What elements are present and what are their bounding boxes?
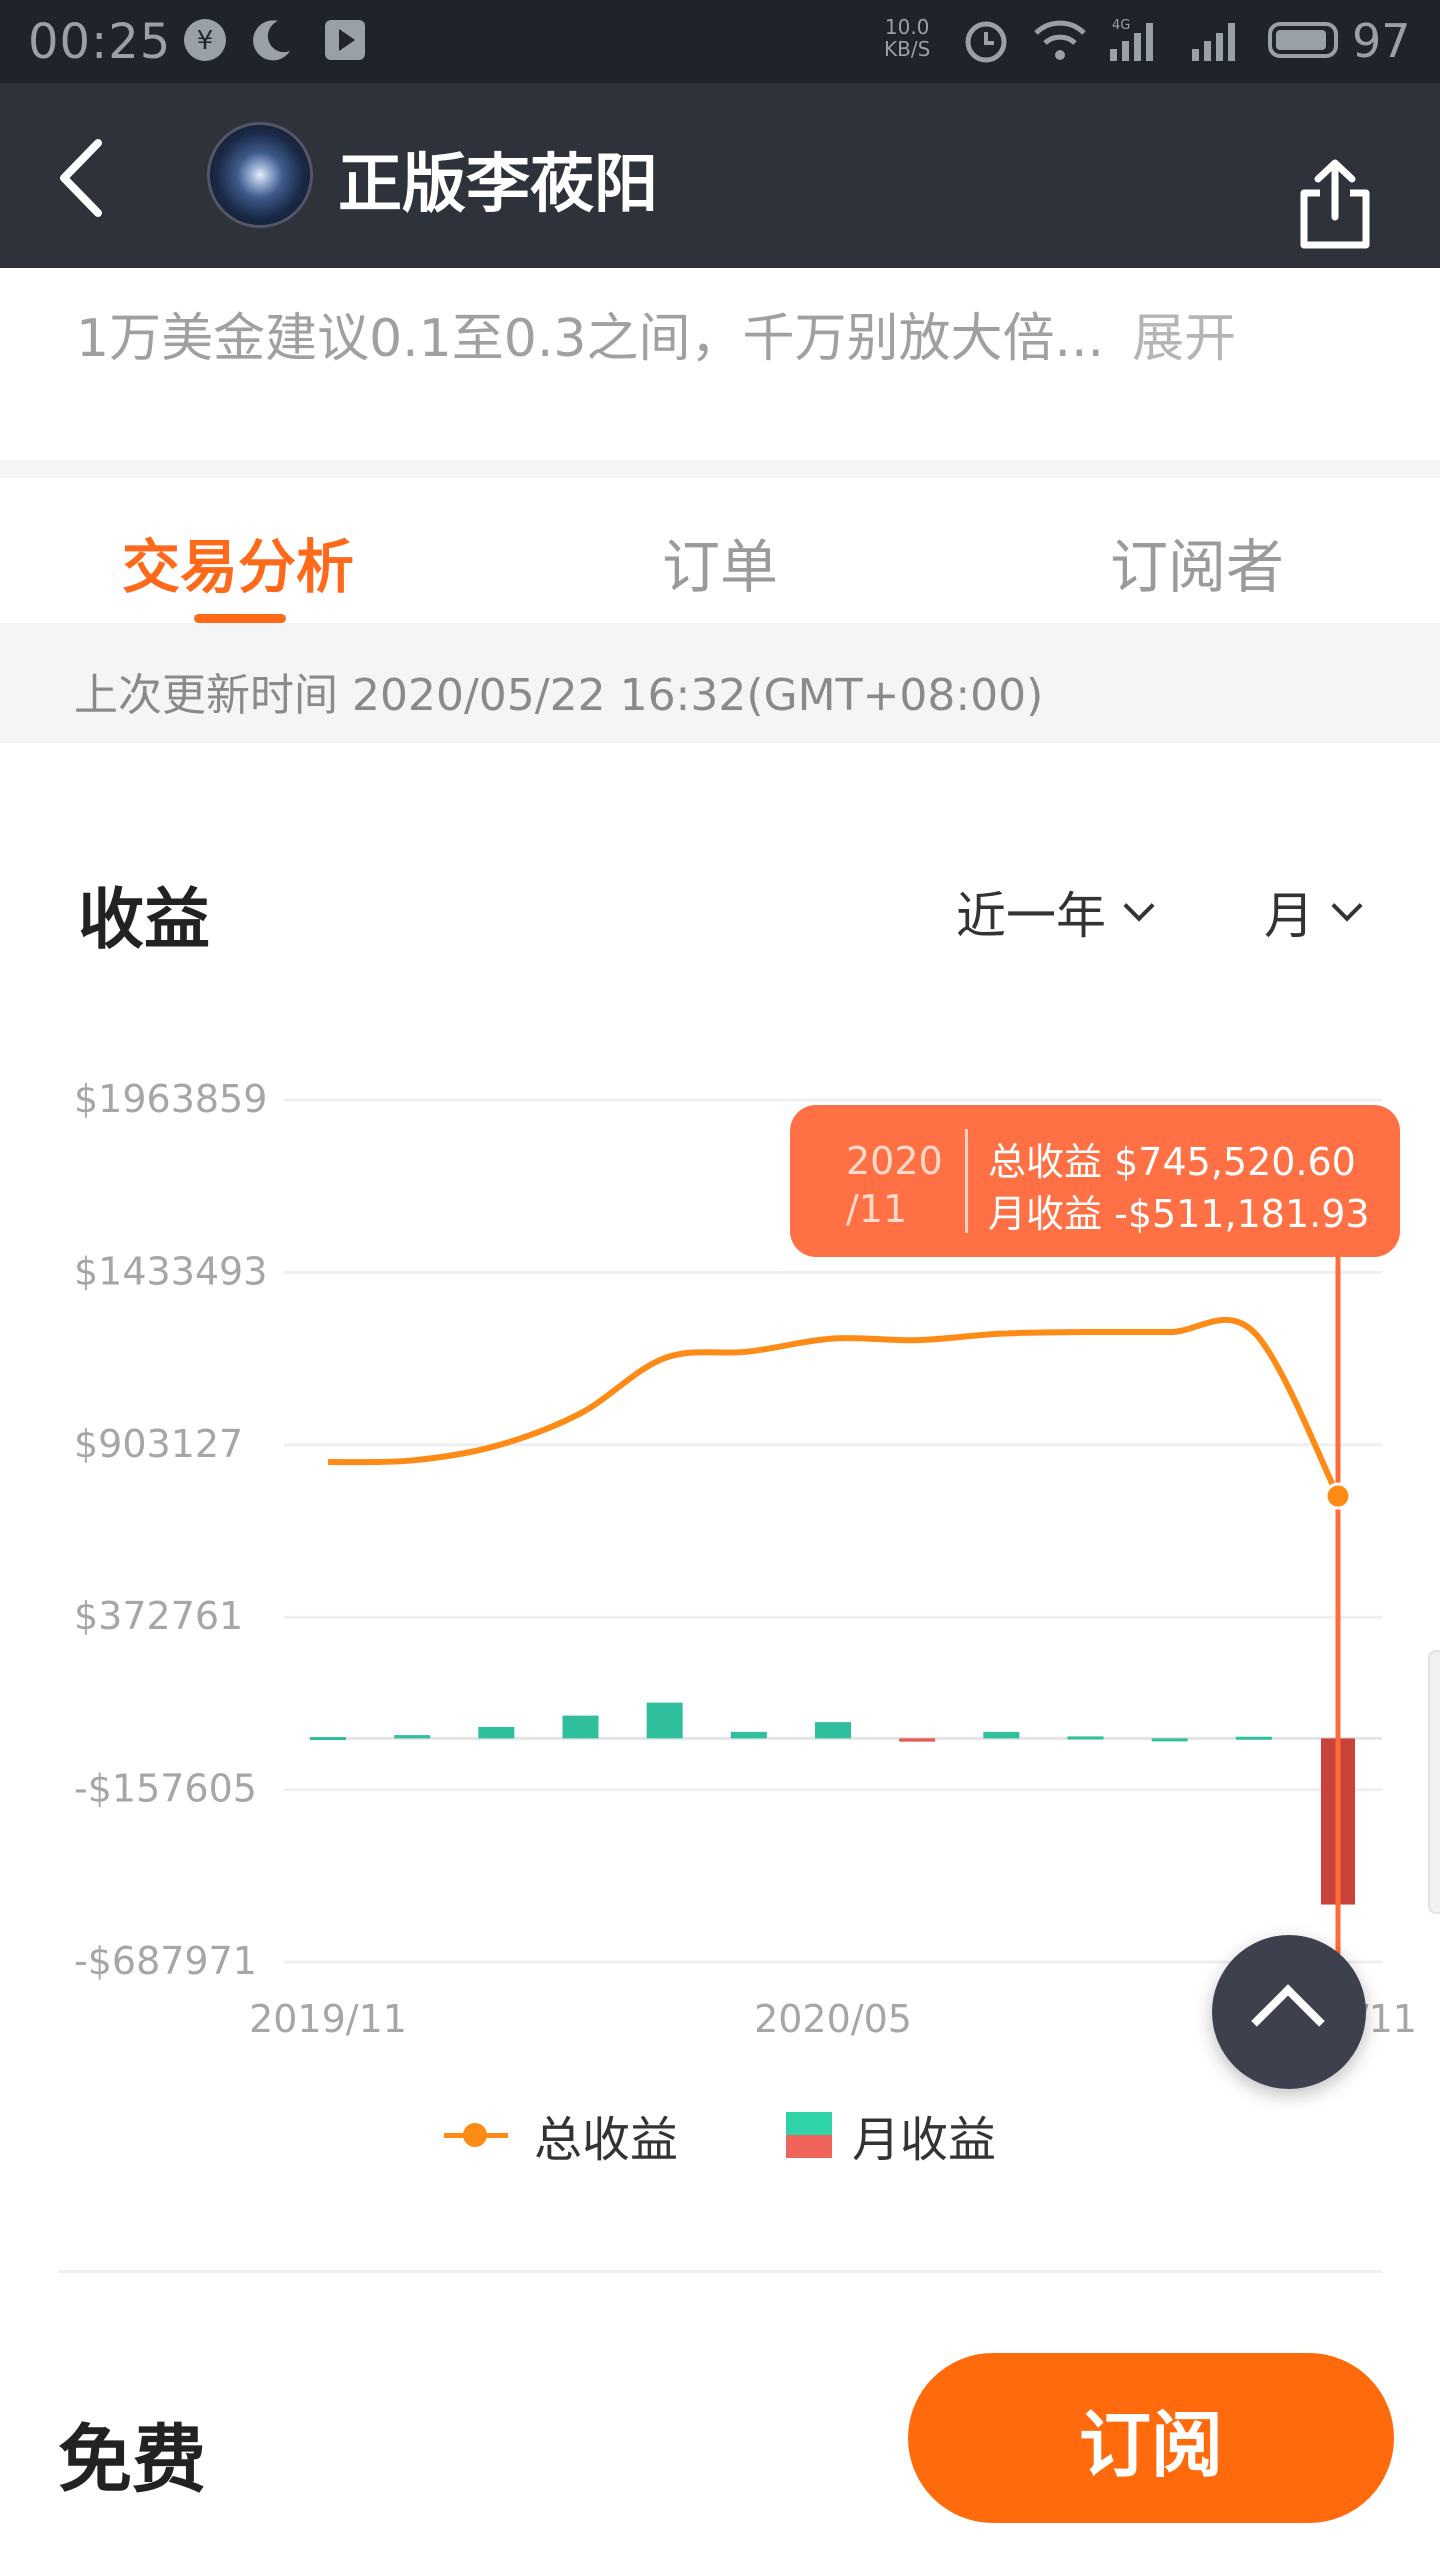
y-tick-label: $903127 xyxy=(74,1422,243,1466)
monthly-bar xyxy=(478,1726,515,1739)
avatar[interactable] xyxy=(210,125,310,225)
period-dropdown[interactable]: 月 xyxy=(1264,876,1363,948)
legend-total-label: 总收益 xyxy=(534,2112,679,2168)
y-tick-label: $1963859 xyxy=(74,1077,267,1121)
last-update-text: 上次更新时间 2020/05/22 16:32(GMT+08:00) xyxy=(74,670,1044,721)
svg-text:¥: ¥ xyxy=(197,26,214,56)
signal-icon xyxy=(1186,14,1246,66)
update-info-bar: 上次更新时间 2020/05/22 16:32(GMT+08:00) xyxy=(0,623,1440,743)
bottom-action-bar: 免费 订阅 xyxy=(0,2310,1440,2560)
subscribe-button[interactable]: 订阅 xyxy=(908,2353,1394,2523)
svg-text:4G: 4G xyxy=(1112,18,1130,33)
total-earnings-line xyxy=(327,1316,1341,1498)
tooltip-total-value: $745,520.60 xyxy=(1114,1140,1356,1184)
status-time: 00:25 xyxy=(28,14,172,70)
tooltip-monthly-label: 月收益 xyxy=(988,1192,1103,1236)
price-label: 免费 xyxy=(58,2417,206,2503)
monthly-bar xyxy=(730,1731,767,1739)
x-tick-label: 2019/11 xyxy=(249,1997,407,2041)
highlight-point xyxy=(1324,1482,1352,1510)
legend-monthly-label: 月收益 xyxy=(852,2112,997,2168)
y-tick-label: $1433493 xyxy=(74,1249,267,1293)
monthly-bar xyxy=(1235,1736,1272,1740)
tab-orders[interactable]: 订单 xyxy=(662,520,778,604)
tooltip-date-year: 2020 xyxy=(846,1139,943,1183)
play-store-icon xyxy=(322,14,368,66)
back-arrow-icon[interactable] xyxy=(50,133,120,223)
range-label: 近一年 xyxy=(956,887,1106,945)
description-text: 1万美金建议0.1至0.3之间，千万别放大倍... xyxy=(76,309,1105,369)
page-title: 正版李莜阳 xyxy=(338,148,658,222)
bottom-divider xyxy=(58,2270,1382,2273)
y-tick-label: $372761 xyxy=(74,1594,243,1638)
wifi-icon xyxy=(1032,14,1088,66)
chart-tooltip: 2020 /11 总收益 $745,520.60 月收益 -$511,181.9… xyxy=(790,1105,1400,1257)
monthly-bar xyxy=(646,1702,683,1739)
status-bar: 00:25 ¥ 10.0 KB/S 4G 97 xyxy=(0,0,1440,83)
network-speed: 10.0 KB/S xyxy=(884,16,930,60)
monthly-bar xyxy=(310,1737,346,1741)
bar-marker-icon xyxy=(786,2112,832,2158)
active-tab-indicator xyxy=(194,614,286,623)
signal-4g-icon: 4G xyxy=(1104,14,1164,66)
tooltip-separator xyxy=(965,1129,968,1233)
back-to-top-button[interactable] xyxy=(1212,1935,1366,2089)
tooltip-date-month: /11 xyxy=(846,1187,908,1231)
tooltip-total: 总收益 $745,520.60 xyxy=(988,1131,1356,1186)
share-icon[interactable] xyxy=(1290,155,1380,255)
y-tick-label: -$157605 xyxy=(74,1767,257,1811)
battery-icon xyxy=(1268,22,1338,58)
tooltip-total-label: 总收益 xyxy=(988,1140,1103,1184)
period-label: 月 xyxy=(1264,887,1314,945)
x-tick-label: 2020/05 xyxy=(754,1997,912,2041)
speed-unit: KB/S xyxy=(884,37,931,61)
line-marker-icon xyxy=(444,2115,508,2155)
monthly-bar xyxy=(899,1738,936,1742)
monthly-bar xyxy=(815,1722,851,1739)
currency-icon: ¥ xyxy=(182,14,228,66)
speed-value: 10.0 xyxy=(884,15,930,39)
tab-trade-analysis[interactable]: 交易分析 xyxy=(122,520,354,604)
monthly-bar xyxy=(394,1735,431,1739)
legend-total[interactable]: 总收益 xyxy=(444,2100,678,2170)
chevron-down-icon xyxy=(1123,890,1155,922)
monthly-bar xyxy=(562,1715,599,1739)
tab-subscribers[interactable]: 订阅者 xyxy=(1110,520,1284,604)
tab-bar: 交易分析 订单 订阅者 xyxy=(0,478,1440,623)
range-dropdown[interactable]: 近一年 xyxy=(956,876,1155,948)
monthly-bar xyxy=(983,1731,1020,1739)
alarm-icon xyxy=(962,14,1010,66)
tooltip-monthly: 月收益 -$511,181.93 xyxy=(988,1183,1370,1238)
monthly-bar xyxy=(1151,1738,1188,1742)
section-divider xyxy=(0,460,1440,478)
tooltip-date: 2020 /11 xyxy=(846,1137,943,1233)
nav-bar: 正版李莜阳 xyxy=(0,83,1440,268)
earnings-title: 收益 xyxy=(78,881,210,958)
battery-percent: 97 xyxy=(1352,14,1411,68)
strategy-description: 1万美金建议0.1至0.3之间，千万别放大倍... 展开 xyxy=(76,296,1236,371)
legend-monthly[interactable]: 月收益 xyxy=(786,2100,996,2170)
y-tick-label: -$687971 xyxy=(74,1939,257,1983)
chevron-down-icon xyxy=(1331,890,1363,922)
monthly-bar xyxy=(1067,1736,1104,1740)
moon-icon xyxy=(248,14,294,66)
expand-link[interactable]: 展开 xyxy=(1132,309,1236,369)
side-drawer-handle[interactable] xyxy=(1428,1650,1440,1914)
tooltip-monthly-value: -$511,181.93 xyxy=(1114,1192,1370,1236)
